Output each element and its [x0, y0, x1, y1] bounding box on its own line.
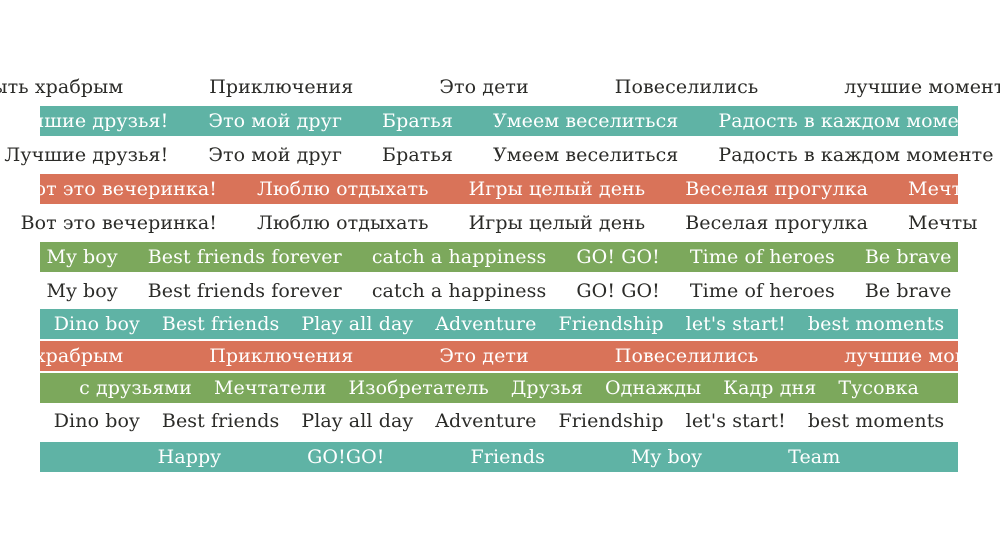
tag-row-content: Вот это вечеринка! Люблю отдыхать Игры цел…	[20, 211, 978, 234]
tag-row-content: Быть храбрым Приключения Это дети Повеселил…	[0, 75, 1000, 98]
tag-label: Happy	[157, 445, 222, 468]
tag-row: Быть храбрым Приключения Это дети Повеселил…	[0, 72, 1000, 102]
tag-label: Это дети	[439, 344, 529, 367]
tag-label: let's start!	[685, 409, 786, 432]
tag-row: с друзьями Мечтатели Изобретатель Друзья Одн…	[40, 373, 958, 403]
tag-label: catch a happiness	[371, 279, 547, 302]
tag-label: Люблю отдыхать	[257, 211, 429, 234]
tag-label: My boy	[46, 279, 118, 302]
tag-row-content: My boy Best friends forever catch a happin…	[46, 245, 952, 268]
tag-label: Лучшие друзья!	[4, 109, 169, 132]
tag-label: Мечты	[908, 177, 978, 200]
tag-label: Быть храбрым	[0, 75, 124, 98]
tag-label: Мечтатели	[213, 376, 327, 399]
tag-row-content: с друзьями Мечтатели Изобретатель Друзья Одн…	[79, 376, 919, 399]
tag-label: best moments	[807, 312, 945, 335]
tag-row: Вот это вечеринка! Люблю отдыхать Игры цел…	[21, 208, 978, 238]
tag-row-content: Лучшие друзья! Это мой друг Братья Умеем ве…	[4, 143, 994, 166]
tag-row: Быть храбрым Приключения Это дети Повеселил…	[0, 341, 1000, 371]
tag-label: Друзья	[510, 376, 583, 399]
tag-label: Friendship	[558, 312, 664, 335]
tag-row: My boy Best friends forever catch a happin…	[40, 276, 958, 306]
tag-label: Умеем веселиться	[492, 143, 679, 166]
tag-label: Игры целый день	[468, 211, 646, 234]
tag-label: Dino boy	[53, 312, 140, 335]
tag-sticker-board: Быть храбрым Приключения Это дети Повеселил…	[0, 0, 1000, 554]
tag-row-content: My boy Best friends forever catch a happin…	[46, 279, 952, 302]
tag-label: Братья	[382, 143, 453, 166]
tag-label: Time of heroes	[689, 279, 835, 302]
tag-label: Be brave	[864, 245, 952, 268]
tag-label: Best friends	[161, 312, 280, 335]
tag-label: Кадр дня	[723, 376, 817, 399]
tag-label: Повеселились	[614, 344, 759, 367]
tag-label: Повеселились	[614, 75, 759, 98]
tag-label: Dino boy	[53, 409, 140, 432]
tag-label: GO! GO!	[576, 279, 660, 302]
tag-label: Братья	[382, 109, 453, 132]
tag-label: Best friends forever	[147, 245, 342, 268]
tag-label: Это мой друг	[208, 109, 343, 132]
tag-row: Лучшие друзья! Это мой друг Братья Умеем ве…	[4, 140, 993, 170]
tag-row: Dino boy Best friends Play all day Adventur…	[40, 309, 958, 339]
tag-label: GO! GO!	[576, 245, 660, 268]
tag-label: Однажды	[604, 376, 702, 399]
tag-label: Веселая прогулка	[685, 177, 869, 200]
tag-label: лучшие моменты	[844, 75, 1000, 98]
tag-label: Play all day	[301, 312, 414, 335]
tag-label: let's start!	[685, 312, 786, 335]
tag-label: Best friends	[161, 409, 280, 432]
tag-label: Игры целый день	[468, 177, 646, 200]
tag-label: My boy	[630, 445, 703, 468]
tag-label: Мечты	[908, 211, 978, 234]
tag-label: My boy	[46, 245, 118, 268]
tag-row-content: Быть храбрым Приключения Это дети Повеселил…	[0, 344, 1000, 367]
tag-row: Happy GO!GO! Friends My boy Team	[40, 442, 958, 472]
tag-label: Радость в каждом моменте	[718, 143, 994, 166]
tag-label: Радость в каждом моменте	[718, 109, 994, 132]
tag-label: Вот это вечеринка!	[20, 177, 218, 200]
tag-label: Team	[788, 445, 841, 468]
tag-label: Изобретатель	[348, 376, 489, 399]
tag-row: My boy Best friends forever catch a happin…	[40, 242, 958, 272]
tag-label: с друзьями	[79, 376, 192, 399]
tag-label: Тусовка	[838, 376, 919, 399]
tag-label: Be brave	[864, 279, 952, 302]
tag-row: Вот это вечеринка! Люблю отдыхать Игры цел…	[21, 174, 977, 204]
tag-label: Adventure	[435, 409, 537, 432]
tag-row: Лучшие друзья! Это мой друг Братья Умеем ве…	[4, 106, 994, 136]
tag-label: Это мой друг	[208, 143, 343, 166]
tag-label: Adventure	[435, 312, 537, 335]
tag-rows-container: Быть храбрым Приключения Это дети Повеселил…	[0, 72, 1000, 474]
tag-label: Люблю отдыхать	[257, 177, 429, 200]
tag-label: Play all day	[301, 409, 414, 432]
tag-label: лучшие моменты	[844, 344, 1000, 367]
tag-label: Быть храбрым	[0, 344, 124, 367]
tag-row-content: Лучшие друзья! Это мой друг Братья Умеем ве…	[4, 109, 994, 132]
tag-label: Friendship	[558, 409, 664, 432]
tag-label: Приключения	[209, 344, 354, 367]
tag-row-content: Happy GO!GO! Friends My boy Team	[157, 445, 841, 468]
tag-label: Умеем веселиться	[492, 109, 679, 132]
tag-label: Best friends forever	[147, 279, 342, 302]
tag-row-content: Вот это вечеринка! Люблю отдыхать Игры цел…	[20, 177, 978, 200]
tag-label: Friends	[470, 445, 545, 468]
tag-label: catch a happiness	[371, 245, 547, 268]
tag-label: best moments	[807, 409, 945, 432]
tag-label: Лучшие друзья!	[4, 143, 169, 166]
tag-row-content: Dino boy Best friends Play all day Adventur…	[53, 312, 945, 335]
tag-label: Веселая прогулка	[685, 211, 869, 234]
tag-label: GO!GO!	[307, 445, 385, 468]
tag-label: Time of heroes	[689, 245, 835, 268]
tag-row: Dino boy Best friends Play all day Adventur…	[40, 406, 958, 436]
tag-label: Это дети	[439, 75, 529, 98]
tag-label: Вот это вечеринка!	[20, 211, 218, 234]
tag-label: Приключения	[209, 75, 354, 98]
tag-row-content: Dino boy Best friends Play all day Adventur…	[53, 409, 945, 432]
